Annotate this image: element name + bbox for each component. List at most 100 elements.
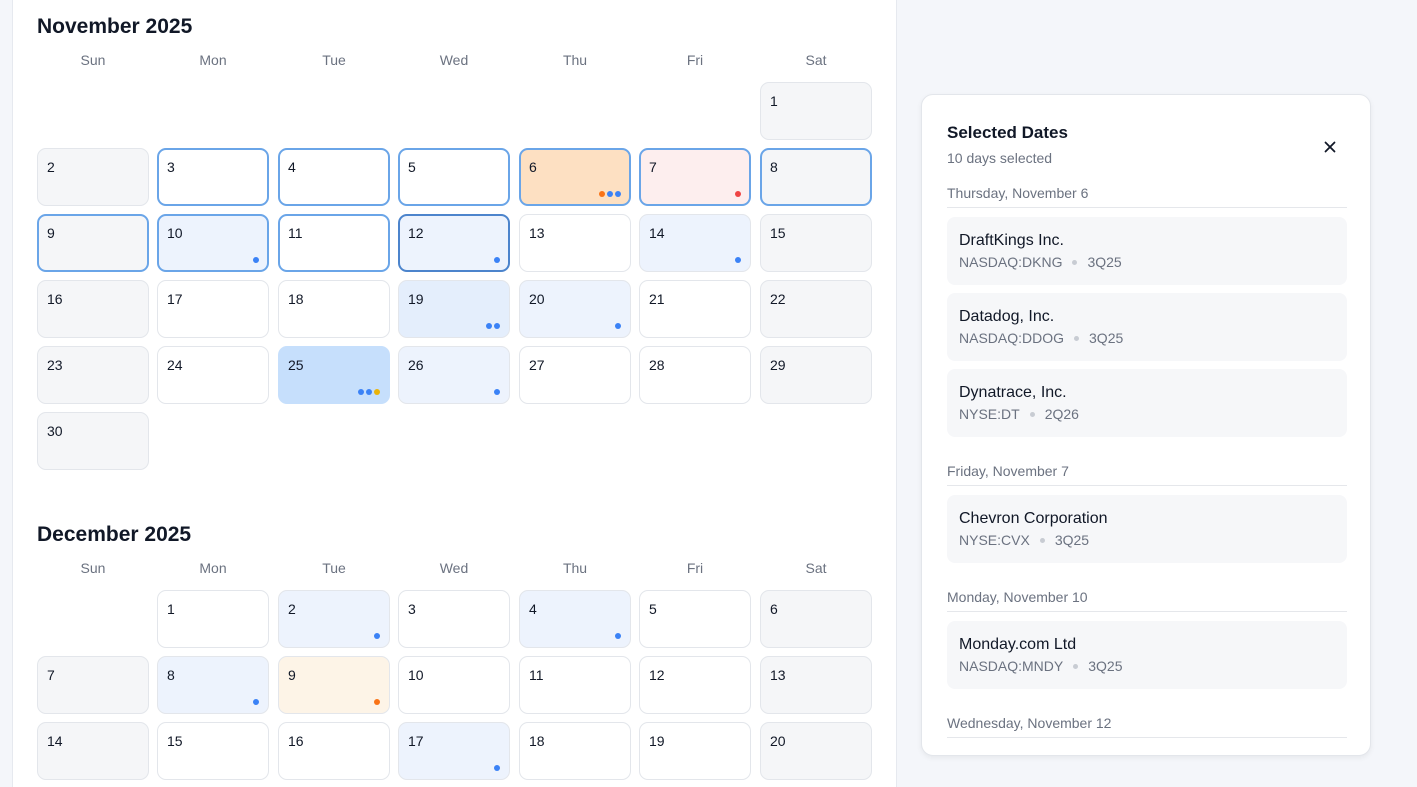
day-cell[interactable]: 28 <box>639 346 751 404</box>
day-number: 18 <box>529 733 545 749</box>
ticker: NASDAQ:DKNG <box>959 254 1063 270</box>
day-cell[interactable]: 2 <box>278 590 390 648</box>
day-number: 6 <box>529 159 537 175</box>
day-cell[interactable]: 10 <box>157 214 269 272</box>
event-dot <box>735 191 741 197</box>
day-cell[interactable]: 18 <box>278 280 390 338</box>
day-number: 10 <box>167 225 183 241</box>
day-cell[interactable]: 12 <box>639 656 751 714</box>
day-cell[interactable]: 26 <box>398 346 510 404</box>
day-number: 4 <box>288 159 296 175</box>
event-meta: NASDAQ:MNDY 3Q25 <box>959 658 1335 674</box>
day-cell[interactable]: 25 <box>278 346 390 404</box>
day-cell[interactable]: 14 <box>639 214 751 272</box>
event-dot <box>615 633 621 639</box>
day-cell[interactable]: 7 <box>37 656 149 714</box>
ticker: NASDAQ:DDOG <box>959 330 1065 346</box>
date-group-heading: Friday, November 7 <box>947 463 1347 486</box>
day-cell[interactable]: 22 <box>760 280 872 338</box>
day-number: 24 <box>167 357 183 373</box>
day-cell[interactable]: 6 <box>519 148 631 206</box>
day-cell[interactable]: 8 <box>760 148 872 206</box>
day-cell[interactable]: 17 <box>157 280 269 338</box>
event-dots <box>486 323 500 329</box>
day-cell[interactable]: 14 <box>37 722 149 780</box>
day-number: 18 <box>288 291 304 307</box>
day-cell[interactable]: 5 <box>639 590 751 648</box>
day-cell[interactable]: 7 <box>639 148 751 206</box>
day-number: 17 <box>167 291 183 307</box>
day-cell[interactable]: 21 <box>639 280 751 338</box>
day-cell[interactable]: 10 <box>398 656 510 714</box>
day-cell[interactable]: 19 <box>398 280 510 338</box>
day-number: 27 <box>529 357 545 373</box>
day-cell[interactable]: 15 <box>157 722 269 780</box>
event-dot <box>735 257 741 263</box>
day-cell[interactable]: 3 <box>157 148 269 206</box>
day-number: 3 <box>167 159 175 175</box>
day-cell[interactable]: 2 <box>37 148 149 206</box>
day-cell[interactable]: 11 <box>278 214 390 272</box>
day-cell[interactable]: 1 <box>760 82 872 140</box>
day-cell[interactable]: 16 <box>278 722 390 780</box>
day-cell[interactable]: 30 <box>37 412 149 470</box>
day-cell[interactable]: 23 <box>37 346 149 404</box>
fiscal-period: 3Q25 <box>1087 254 1122 270</box>
day-cell[interactable]: 4 <box>278 148 390 206</box>
fiscal-period: 2Q26 <box>1044 406 1079 422</box>
weekday-header: Sun Mon Tue Wed Thu Fri Sat <box>37 560 873 590</box>
event-meta: NASDAQ:DKNG 3Q25 <box>959 254 1335 270</box>
day-cell[interactable]: 12 <box>398 214 510 272</box>
day-cell[interactable]: 5 <box>398 148 510 206</box>
day-cell[interactable]: 20 <box>760 722 872 780</box>
weekday-label: Wed <box>439 52 469 68</box>
day-cell[interactable]: 4 <box>519 590 631 648</box>
month-section: December 2025 Sun Mon Tue Wed Thu Fri Sat 1 2 3 4 5 6… <box>37 520 873 780</box>
day-cell[interactable]: 6 <box>760 590 872 648</box>
day-number: 19 <box>408 291 424 307</box>
day-cell[interactable]: 1 <box>157 590 269 648</box>
ticker: NYSE:CVX <box>959 532 1030 548</box>
event-dot <box>374 633 380 639</box>
day-cell[interactable]: 27 <box>519 346 631 404</box>
weekday-header: Sun Mon Tue Wed Thu Fri Sat <box>37 52 873 82</box>
day-cell[interactable]: 20 <box>519 280 631 338</box>
day-cell[interactable]: 18 <box>519 722 631 780</box>
day-number: 30 <box>47 423 63 439</box>
event-dots <box>615 633 621 639</box>
event-meta: NASDAQ:DDOG 3Q25 <box>959 330 1335 346</box>
company-name: Monday.com Ltd <box>959 636 1077 653</box>
event-card[interactable]: Dynatrace, Inc. NYSE:DT 2Q26 <box>947 369 1347 437</box>
day-number: 12 <box>649 667 665 683</box>
day-cell[interactable]: 13 <box>519 214 631 272</box>
event-dot <box>494 257 500 263</box>
event-dot <box>253 699 259 705</box>
day-cell[interactable]: 8 <box>157 656 269 714</box>
day-cell[interactable]: 13 <box>760 656 872 714</box>
day-number: 11 <box>529 667 544 683</box>
day-cell[interactable]: 24 <box>157 346 269 404</box>
event-card[interactable]: Datadog, Inc. NASDAQ:DDOG 3Q25 <box>947 293 1347 361</box>
day-cell[interactable]: 19 <box>639 722 751 780</box>
day-cell[interactable]: 17 <box>398 722 510 780</box>
fiscal-period: 3Q25 <box>1088 658 1123 674</box>
day-cell[interactable]: 15 <box>760 214 872 272</box>
day-cell[interactable]: 16 <box>37 280 149 338</box>
day-cell[interactable]: 3 <box>398 590 510 648</box>
day-number: 26 <box>408 357 424 373</box>
day-number: 16 <box>288 733 304 749</box>
event-card[interactable]: Monday.com Ltd NASDAQ:MNDY 3Q25 <box>947 621 1347 689</box>
close-button[interactable] <box>1316 133 1344 161</box>
event-card[interactable]: Chevron Corporation NYSE:CVX 3Q25 <box>947 495 1347 563</box>
company-name: Dynatrace, Inc. <box>959 384 1067 401</box>
day-cell[interactable]: 11 <box>519 656 631 714</box>
day-cell[interactable]: 9 <box>37 214 149 272</box>
event-card[interactable]: DraftKings Inc. NASDAQ:DKNG 3Q25 <box>947 217 1347 285</box>
month-title: November 2025 <box>37 15 193 38</box>
day-number: 15 <box>167 733 183 749</box>
day-number: 19 <box>649 733 665 749</box>
weekday-label: Tue <box>322 560 346 576</box>
event-dot <box>599 191 605 197</box>
day-cell[interactable]: 29 <box>760 346 872 404</box>
day-cell[interactable]: 9 <box>278 656 390 714</box>
